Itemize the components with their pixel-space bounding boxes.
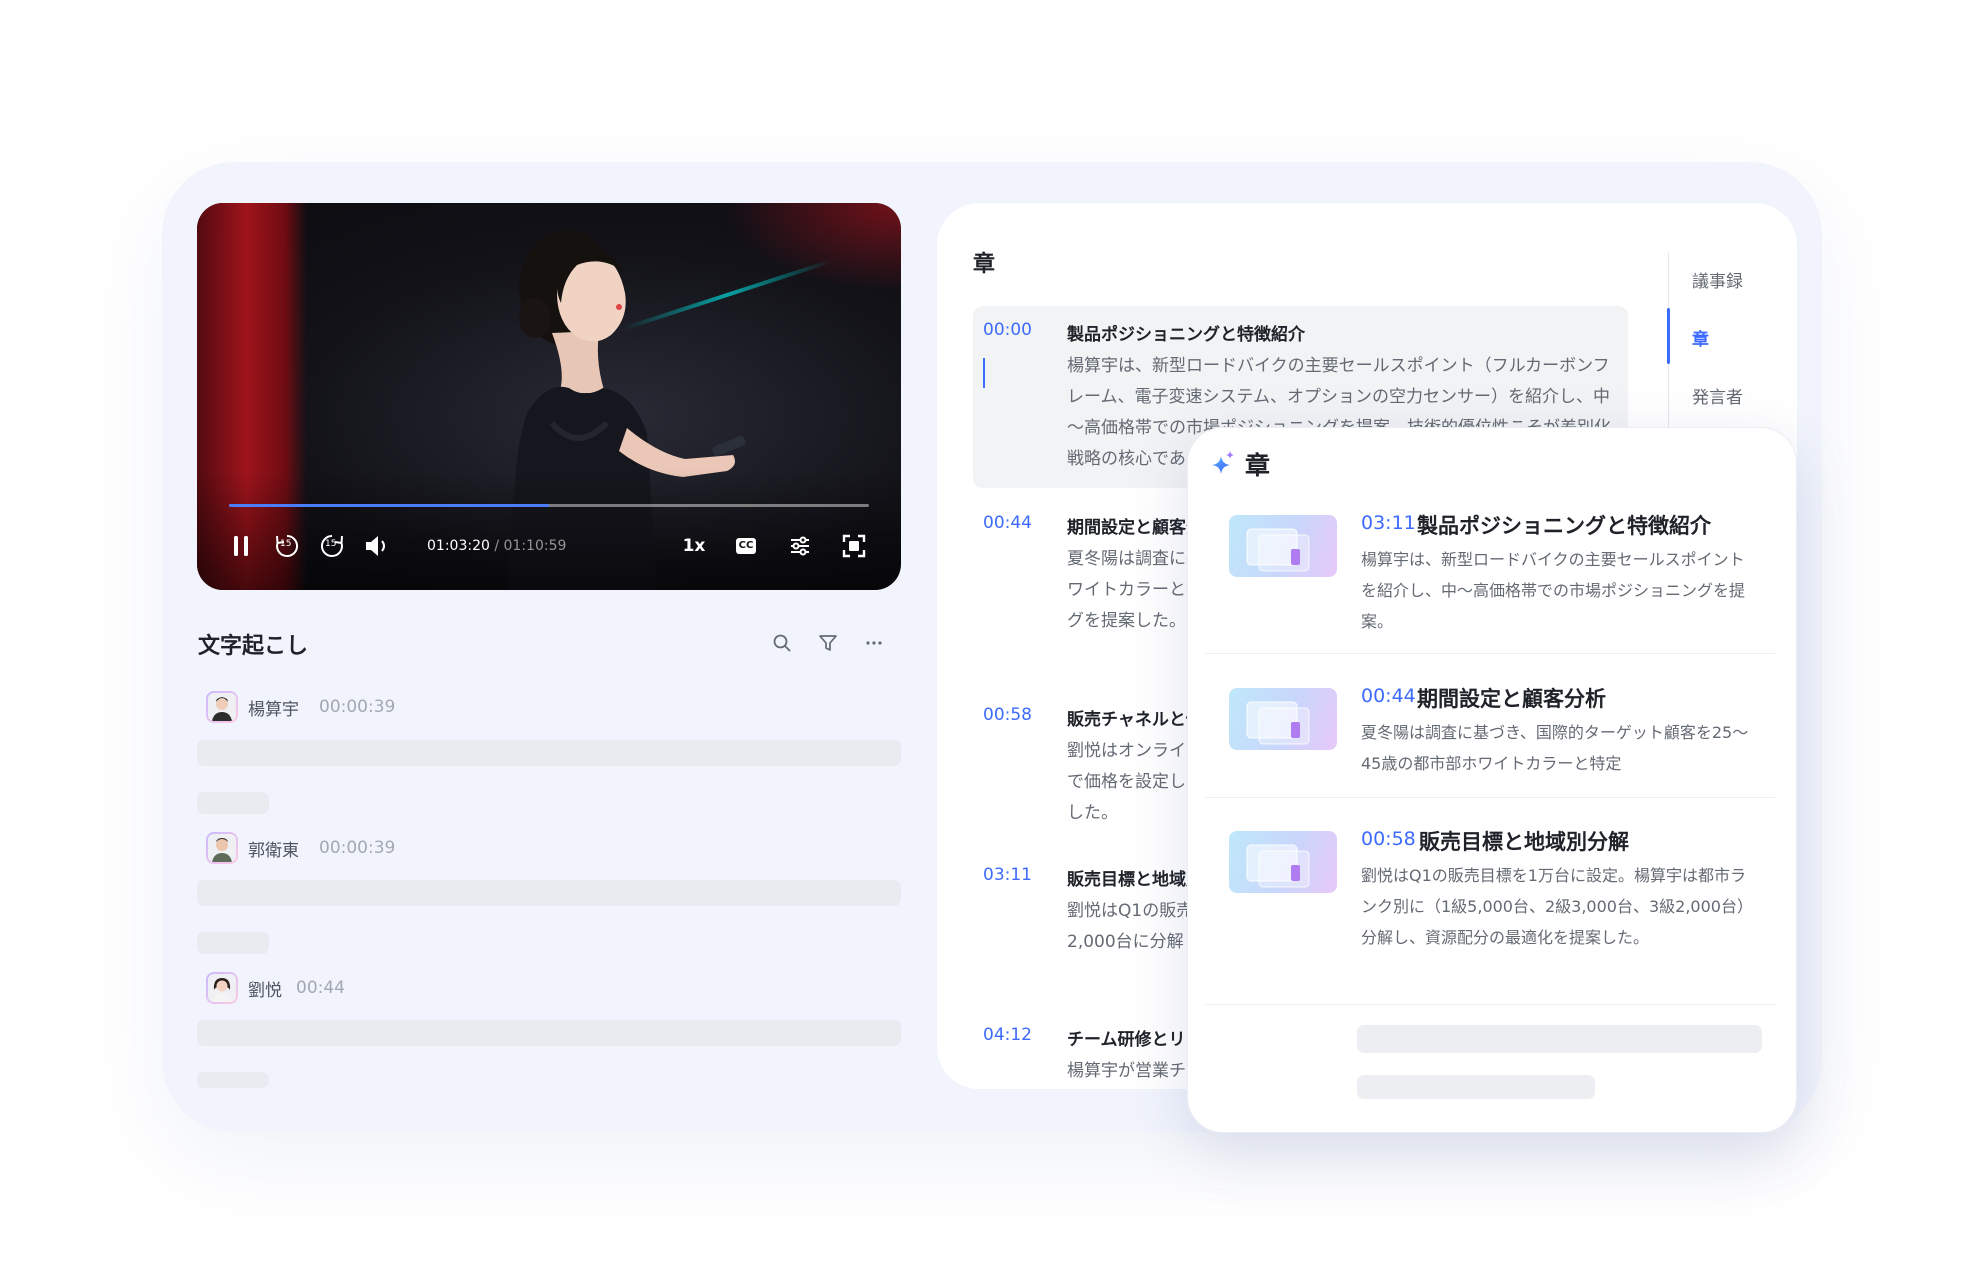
- more-icon: [866, 641, 882, 645]
- chapter-thumbnail[interactable]: [1229, 831, 1337, 893]
- chapter-heading: 製品ポジショニングと特徴紹介: [1417, 514, 1711, 538]
- card-placeholder-line: [1357, 1025, 1762, 1053]
- transcript-placeholder-line: [197, 932, 269, 954]
- slides-icon: [1246, 701, 1310, 745]
- avatar: [206, 972, 238, 1004]
- chapter-description: 夏冬陽は調査に基づき、国際的ターゲット顧客を25～45歳の都市部ホワイトカラーと…: [1361, 723, 1749, 773]
- chapter-thumbnail[interactable]: [1229, 515, 1337, 577]
- chapter-description: 楊算宇は、新型ロードバイクの主要セールスポイントを紹介し、中～高価格帯での市場ポ…: [1361, 550, 1746, 631]
- fullscreen-button[interactable]: [839, 530, 869, 562]
- transcript-placeholder-line: [197, 1020, 901, 1046]
- chapter-thumbnail[interactable]: [1229, 688, 1337, 750]
- seek-bar-progress: [229, 504, 549, 507]
- speaker-name: 郭衛東: [248, 840, 299, 861]
- search-button[interactable]: [770, 631, 794, 655]
- slides-icon: [1246, 844, 1310, 888]
- active-chapter-marker: [983, 358, 985, 388]
- chapter-timestamp[interactable]: 03:11: [983, 865, 1032, 885]
- chapter-description: 劉悦はQ1の販売目標を1万台に設定。楊算宇は都市ランク別に（1級5,000台、2…: [1361, 866, 1753, 947]
- fullscreen-icon: [842, 534, 866, 558]
- chapter-heading: 製品ポジショニングと特徴紹介: [1067, 325, 1305, 345]
- transcript-speaker-row[interactable]: 楊算宇 00:00:39: [206, 690, 395, 724]
- rewind-15-button[interactable]: 15: [273, 530, 301, 562]
- card-placeholder-line: [1357, 1075, 1595, 1099]
- chapter-heading: 販売目標と地域別分解: [1419, 830, 1629, 854]
- avatar-man-icon: [208, 693, 236, 721]
- divider: [1205, 1004, 1775, 1005]
- transcript-title: 文字起こし: [198, 634, 309, 659]
- sliders-icon: [791, 536, 809, 556]
- chapter-timestamp[interactable]: 00:58: [983, 705, 1032, 725]
- avatar: [206, 691, 238, 723]
- chapter-timestamp[interactable]: 00:44: [1361, 685, 1416, 707]
- speaker-timestamp[interactable]: 00:00:39: [319, 838, 395, 858]
- captions-button[interactable]: CC: [731, 530, 761, 562]
- pause-icon: [234, 536, 248, 556]
- total-time: 01:10:59: [503, 538, 567, 554]
- chapter-timestamp[interactable]: 00:00: [983, 320, 1032, 340]
- transcript-placeholder-line: [197, 880, 901, 906]
- chapter-heading: 期間設定と顧客分析: [1417, 687, 1606, 711]
- slides-icon: [1246, 528, 1310, 572]
- speaker-timestamp[interactable]: 00:00:39: [319, 697, 395, 717]
- time-separator: /: [489, 538, 504, 554]
- cc-icon: CC: [735, 538, 757, 554]
- avatar-woman-icon: [208, 974, 236, 1002]
- transcript-placeholder-line: [197, 792, 269, 814]
- search-icon: [773, 634, 791, 652]
- volume-button[interactable]: [363, 530, 393, 562]
- playback-speed-button[interactable]: 1x: [679, 530, 709, 562]
- chapter-timestamp[interactable]: 03:11: [1361, 512, 1416, 534]
- forward-seconds: 15: [325, 539, 337, 549]
- tab-chapters[interactable]: 章: [1692, 325, 1709, 350]
- active-tab-indicator: [1667, 308, 1670, 364]
- volume-icon: [366, 536, 385, 556]
- tab-minutes[interactable]: 議事録: [1692, 267, 1743, 292]
- ai-card-title: 章: [1245, 451, 1271, 480]
- forward-15-button[interactable]: 15: [318, 530, 346, 562]
- divider: [1205, 797, 1775, 798]
- avatar: [206, 832, 238, 864]
- settings-button[interactable]: [785, 530, 815, 562]
- transcript-placeholder-line: [197, 1072, 269, 1088]
- chapter-timestamp[interactable]: 04:12: [983, 1025, 1032, 1045]
- pause-button[interactable]: [229, 530, 253, 562]
- transcript-speaker-row[interactable]: 劉悦 00:44: [206, 971, 345, 1005]
- divider: [1205, 653, 1775, 654]
- transcript-placeholder-line: [197, 740, 901, 766]
- chapter-timestamp[interactable]: 00:44: [983, 513, 1032, 533]
- seek-bar[interactable]: [229, 504, 869, 507]
- speaker-name: 劉悦: [248, 980, 282, 1001]
- tab-speakers[interactable]: 発言者: [1692, 383, 1743, 408]
- video-player[interactable]: 15 15 01:03:20 / 01:10:59 1x CC: [197, 203, 901, 590]
- transcript-speaker-row[interactable]: 郭衛東 00:00:39: [206, 831, 395, 865]
- current-time: 01:03:20: [427, 538, 490, 554]
- speaker-timestamp[interactable]: 00:44: [296, 978, 345, 998]
- filter-icon: [819, 635, 837, 651]
- player-controls: 15 15 01:03:20 / 01:10:59 1x CC: [229, 530, 879, 562]
- transcript-toolbar: [770, 631, 890, 655]
- chapters-title: 章: [973, 252, 996, 277]
- speaker-name: 楊算宇: [248, 699, 299, 720]
- time-display: 01:03:20 / 01:10:59: [427, 538, 566, 554]
- rewind-seconds: 15: [280, 539, 292, 549]
- filter-button[interactable]: [816, 631, 840, 655]
- avatar-man-icon: [208, 834, 236, 862]
- sparkle-icon: [1212, 451, 1234, 474]
- chapter-timestamp[interactable]: 00:58: [1361, 828, 1416, 850]
- more-button[interactable]: [862, 631, 886, 655]
